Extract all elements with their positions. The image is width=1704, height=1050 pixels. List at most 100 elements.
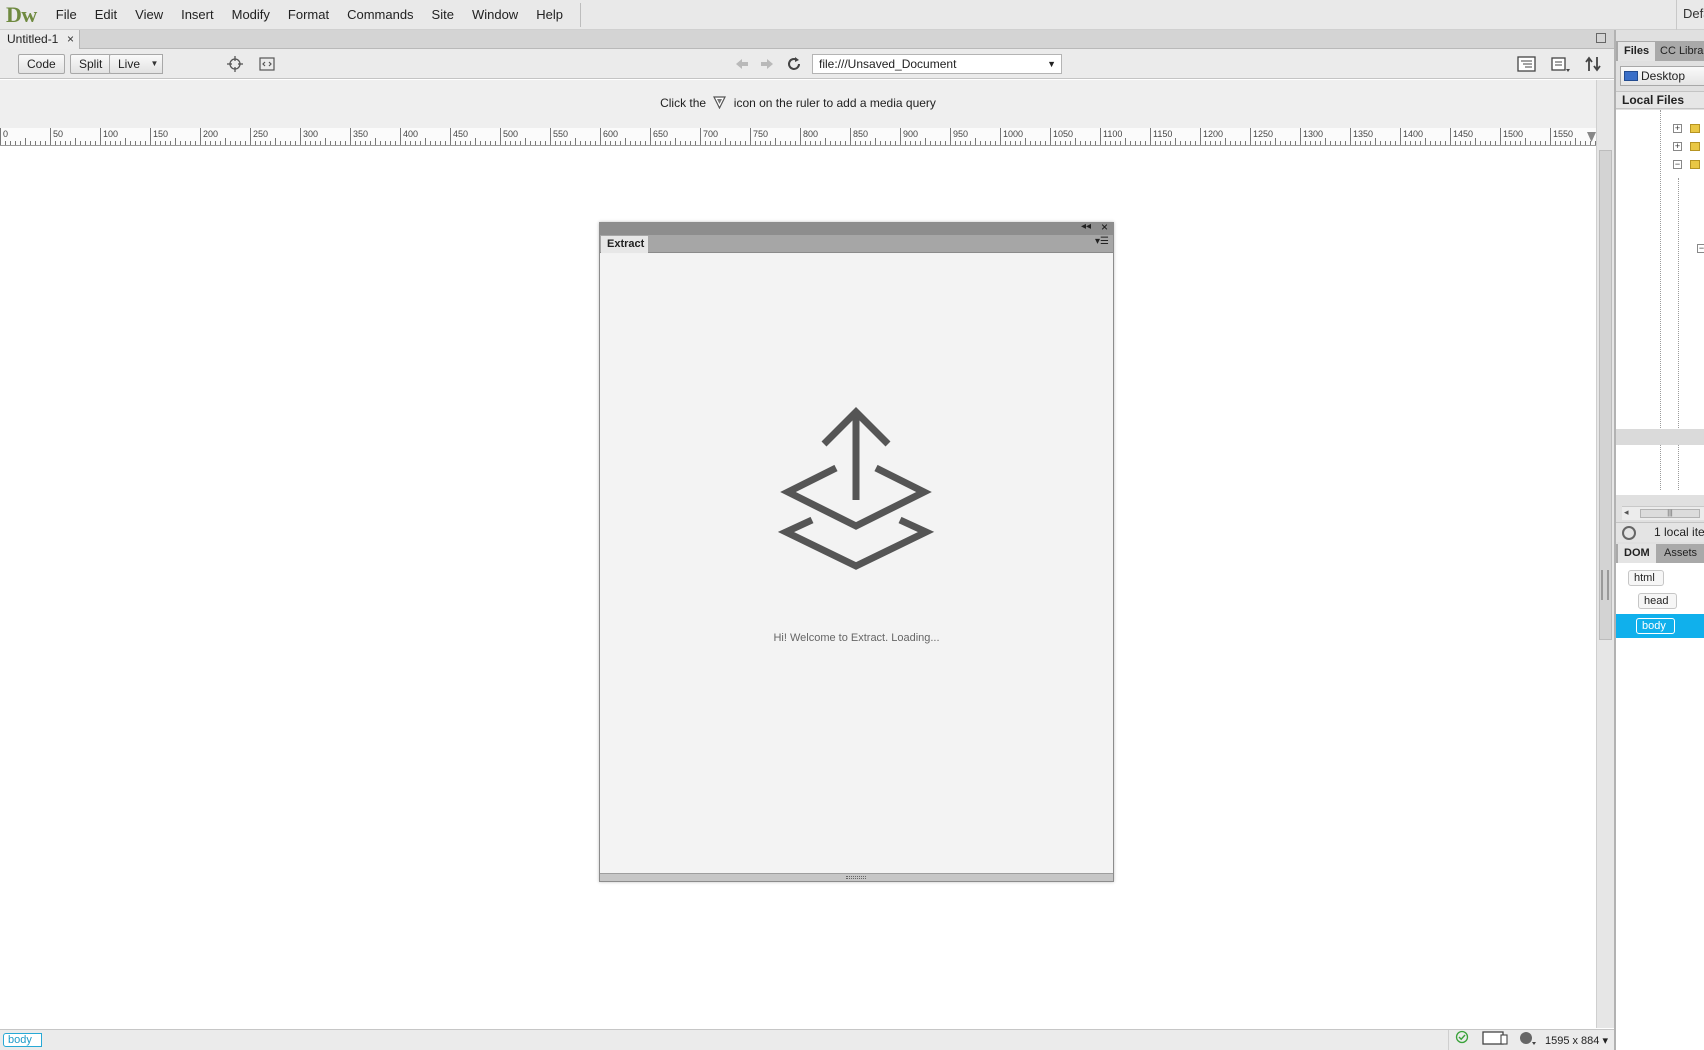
back-arrow-icon[interactable] (733, 55, 751, 73)
file-management-icon[interactable] (1517, 55, 1536, 73)
ruler-tick-label: 200 (203, 129, 218, 139)
window-size-icon[interactable] (1475, 1030, 1515, 1050)
tag-selector-body[interactable]: body (3, 1033, 42, 1047)
collapse-icon[interactable]: ◂◂ (1081, 221, 1091, 232)
address-bar[interactable]: file:///Unsaved_Document ▼ (812, 54, 1062, 74)
files-status-text: 1 local items selected (1654, 525, 1704, 539)
ruler-tick-label: 450 (453, 129, 468, 139)
ruler-tick-label: 300 (303, 129, 318, 139)
live-view-dropdown[interactable]: ▼ (147, 54, 163, 74)
scrollbar-thumb[interactable]: ||| (1640, 509, 1700, 518)
ruler-tick-label: 500 (503, 129, 518, 139)
file-tree-selected-row[interactable] (1616, 429, 1704, 445)
menu-modify[interactable]: Modify (223, 0, 279, 30)
extract-resize-handle[interactable] (600, 873, 1113, 881)
canvas-vertical-scrollbar[interactable] (1596, 80, 1614, 1028)
live-code-icon[interactable] (258, 55, 276, 73)
tab-dom[interactable]: DOM (1618, 544, 1656, 563)
split-view-button[interactable]: Split (70, 54, 112, 74)
menu-help[interactable]: Help (527, 0, 572, 30)
folder-icon (1690, 160, 1700, 169)
splitter-grip[interactable] (1601, 570, 1609, 600)
site-selector-value: Desktop (1641, 69, 1686, 83)
scrollbar-thumb[interactable] (1599, 150, 1612, 640)
ruler-tick-label: 900 (903, 129, 918, 139)
menu-site[interactable]: Site (423, 0, 463, 30)
ruler-tick-label: 650 (653, 129, 668, 139)
live-view-button[interactable]: Live (109, 54, 150, 74)
connect-icon[interactable] (1622, 526, 1636, 540)
ruler-tick-label: 250 (253, 129, 268, 139)
extract-loading-message: Hi! Welcome to Extract. Loading... (773, 632, 940, 644)
ruler-tick-label: 1150 (1153, 129, 1172, 139)
collapse-tree-icon[interactable]: − (1697, 244, 1704, 253)
workspace-switcher[interactable]: Default (1676, 0, 1704, 30)
site-selector[interactable]: Desktop (1620, 66, 1704, 86)
dom-node-html[interactable]: html (1628, 570, 1664, 586)
media-query-hint: Click the icon on the ruler to add a med… (0, 96, 1596, 110)
folder-icon (1690, 142, 1700, 151)
restore-icon[interactable] (1596, 33, 1606, 43)
expand-icon[interactable]: + (1673, 142, 1682, 151)
valid-check-icon[interactable] (1449, 1030, 1475, 1050)
expand-icon[interactable]: + (1673, 124, 1682, 133)
file-tree[interactable]: + + − − (1616, 110, 1704, 495)
ruler-tick-label: 350 (353, 129, 368, 139)
extract-panel-titlebar[interactable]: ◂◂ × (600, 220, 1113, 235)
panel-menu-icon[interactable]: ▾☰ (1095, 236, 1109, 247)
extract-panel: ◂◂ × Extract ▾☰ Hi! Welcome to Extract. … (599, 220, 1114, 882)
computer-icon (1624, 71, 1638, 81)
media-query-hint-after: icon on the ruler to add a media query (733, 96, 936, 110)
collapse-tree-icon[interactable]: − (1673, 160, 1682, 169)
resize-grip-icon[interactable] (846, 876, 866, 879)
preview-in-browser-icon[interactable] (1515, 1030, 1541, 1050)
ruler-tick-label: 750 (753, 129, 768, 139)
menu-view[interactable]: View (126, 0, 172, 30)
tab-cc-libraries[interactable]: CC Libraries (1654, 42, 1704, 61)
close-icon[interactable]: × (67, 30, 74, 49)
document-tab[interactable]: Untitled-1 × (0, 30, 80, 49)
media-query-bar: Click the icon on the ruler to add a med… (0, 80, 1596, 128)
scroll-left-icon[interactable]: ◂ (1624, 507, 1629, 518)
dom-node-head[interactable]: head (1638, 593, 1678, 609)
file-tree-horizontal-scrollbar[interactable]: ◂ ||| (1622, 506, 1704, 520)
ruler-tick-label: 1200 (1203, 129, 1223, 139)
menu-file[interactable]: File (47, 0, 86, 30)
dropdown-arrow-icon[interactable]: ▼ (1047, 55, 1056, 73)
refresh-icon[interactable] (785, 55, 803, 73)
menu-window[interactable]: Window (463, 0, 527, 30)
dom-selected-row[interactable]: body (1616, 614, 1704, 638)
sync-icon[interactable] (1584, 55, 1602, 73)
document-tab-strip: Untitled-1 × (0, 30, 1614, 49)
tab-files[interactable]: Files (1618, 42, 1656, 61)
dom-panel-tabs: DOM Assets (1616, 544, 1704, 563)
document-tab-title: Untitled-1 (7, 32, 59, 46)
close-icon[interactable]: × (1101, 220, 1108, 234)
ruler-tick-label: 850 (853, 129, 868, 139)
right-panel-dock: Files CC Libraries Desktop Local Files +… (1614, 30, 1704, 1050)
ruler-tick-label: 1500 (1503, 129, 1523, 139)
ruler-tick-label: 1050 (1053, 129, 1073, 139)
preview-icon[interactable] (1551, 55, 1570, 73)
code-view-button[interactable]: Code (18, 54, 65, 74)
ruler-tick-label: 1300 (1303, 129, 1323, 139)
menu-commands[interactable]: Commands (338, 0, 422, 30)
viewport-size[interactable]: 1595 x 884 ▾ (1541, 1034, 1614, 1047)
menu-edit[interactable]: Edit (86, 0, 126, 30)
media-query-marker-icon[interactable] (1587, 132, 1596, 142)
tab-assets[interactable]: Assets (1658, 544, 1703, 563)
extract-tab[interactable]: Extract (601, 236, 648, 253)
menu-format[interactable]: Format (279, 0, 338, 30)
viewport-size-dropdown[interactable]: ▾ (1602, 1035, 1608, 1047)
menubar-divider (579, 2, 581, 27)
dom-node-body[interactable]: body (1636, 618, 1675, 634)
menu-insert[interactable]: Insert (172, 0, 223, 30)
forward-arrow-icon[interactable] (758, 55, 776, 73)
app-logo: Dw (6, 1, 37, 27)
horizontal-ruler[interactable]: 0 50 100 150 200 250 300 350 400 450 500 550 600 650 7… (0, 128, 1596, 146)
inspect-icon[interactable] (226, 55, 244, 73)
ruler-tick-label: 1400 (1403, 129, 1423, 139)
extract-logo-icon (778, 407, 935, 570)
ruler-tick-label: 100 (103, 129, 118, 139)
ruler-tick-label: 950 (953, 129, 968, 139)
